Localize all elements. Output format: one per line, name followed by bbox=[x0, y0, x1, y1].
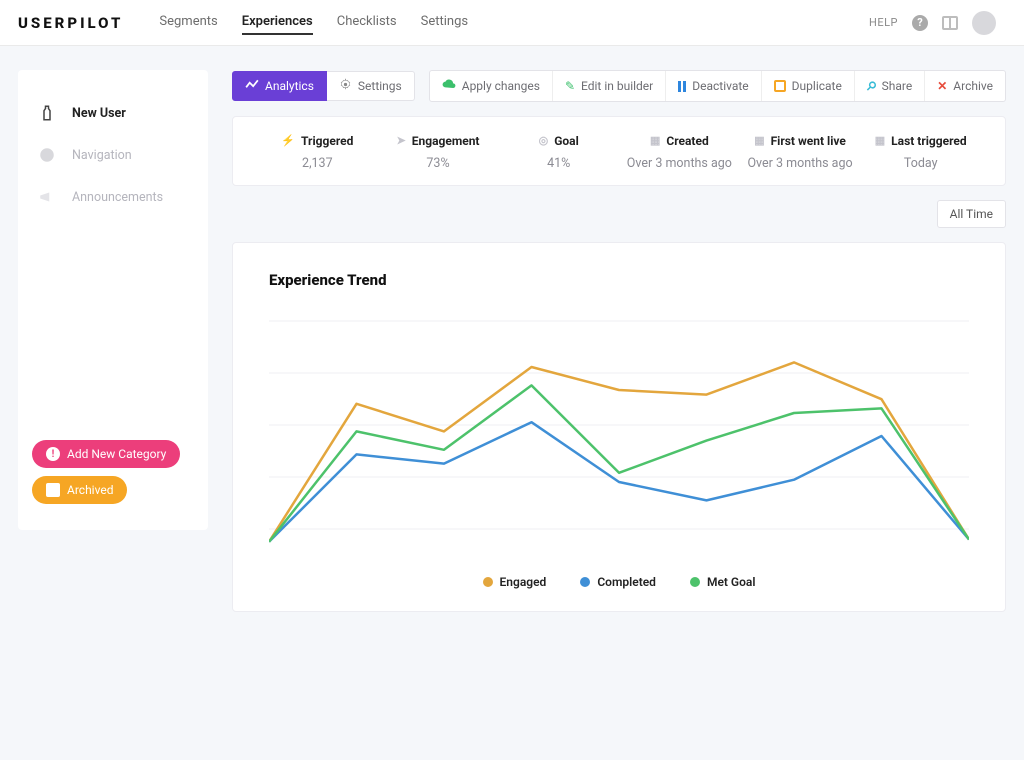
pause-icon bbox=[678, 81, 686, 92]
share-button[interactable]: ⚲ Share bbox=[854, 71, 924, 101]
nav-tab-settings[interactable]: Settings bbox=[421, 10, 468, 35]
metric-label: Last triggered bbox=[891, 134, 966, 148]
add-category-label: Add New Category bbox=[67, 447, 166, 461]
calendar-icon: ▦ bbox=[754, 134, 764, 147]
deactivate-button[interactable]: Deactivate bbox=[665, 71, 760, 101]
sidebar-item-label: Announcements bbox=[72, 190, 163, 205]
sidebar-item-new-user[interactable]: New User bbox=[28, 92, 198, 134]
edit-builder-button[interactable]: ✎ Edit in builder bbox=[552, 71, 665, 101]
legend-completed: Completed bbox=[580, 575, 656, 589]
metric-value: 41% bbox=[498, 156, 619, 171]
duplicate-button[interactable]: Duplicate bbox=[761, 71, 854, 101]
metric-goal: ◎ Goal 41% bbox=[498, 133, 619, 171]
link-icon: ⚲ bbox=[863, 78, 879, 94]
close-icon bbox=[937, 79, 947, 93]
chart-legend: Engaged Completed Met Goal bbox=[269, 575, 969, 589]
exclamation-icon bbox=[46, 447, 60, 461]
legend-metgoal: Met Goal bbox=[690, 575, 756, 589]
metric-label: Created bbox=[666, 134, 708, 148]
nav-tabs: Segments Experiences Checklists Settings bbox=[159, 10, 468, 35]
apply-label: Apply changes bbox=[462, 79, 540, 93]
help-icon[interactable]: ? bbox=[912, 15, 928, 31]
metric-first-live: ▦ First went live Over 3 months ago bbox=[740, 133, 861, 171]
edit-label: Edit in builder bbox=[581, 79, 653, 93]
legend-label: Met Goal bbox=[707, 575, 756, 589]
help-label[interactable]: HELP bbox=[869, 16, 898, 29]
calendar-icon: ▦ bbox=[650, 134, 660, 147]
legend-label: Completed bbox=[597, 575, 656, 589]
calendar-icon: ▦ bbox=[875, 134, 885, 147]
dot-icon bbox=[483, 577, 493, 587]
deactivate-label: Deactivate bbox=[692, 79, 748, 93]
metric-value: Over 3 months ago bbox=[619, 156, 740, 171]
archive-label: Archive bbox=[953, 79, 993, 93]
brand-logo: USERPILOT bbox=[18, 14, 123, 32]
settings-tab[interactable]: Settings bbox=[327, 71, 415, 101]
nav-tab-segments[interactable]: Segments bbox=[159, 10, 217, 35]
share-label: Share bbox=[882, 79, 913, 93]
duplicate-label: Duplicate bbox=[792, 79, 842, 93]
sidebar-item-navigation[interactable]: Navigation bbox=[28, 134, 198, 176]
avatar[interactable] bbox=[972, 11, 996, 35]
chart-card: Experience Trend Engaged bbox=[232, 242, 1006, 612]
nav-tab-checklists[interactable]: Checklists bbox=[337, 10, 397, 35]
dot-icon bbox=[690, 577, 700, 587]
metric-value: Over 3 months ago bbox=[740, 156, 861, 171]
nav-tab-experiences[interactable]: Experiences bbox=[242, 10, 313, 35]
metric-value: 73% bbox=[378, 156, 499, 171]
metric-label: Engagement bbox=[412, 134, 480, 148]
apply-changes-button[interactable]: Apply changes bbox=[430, 71, 552, 101]
gear-icon bbox=[339, 78, 352, 94]
bolt-icon: ⚡ bbox=[281, 134, 295, 147]
analytics-tab[interactable]: Analytics bbox=[232, 71, 327, 101]
action-row: Analytics Settings Apply changes bbox=[232, 70, 1006, 102]
metric-created: ▦ Created Over 3 months ago bbox=[619, 133, 740, 171]
metric-value: 2,137 bbox=[257, 156, 378, 171]
main-column: Analytics Settings Apply changes bbox=[232, 70, 1006, 612]
analytics-icon bbox=[245, 79, 259, 94]
legend-label: Engaged bbox=[500, 575, 547, 589]
archived-button[interactable]: Archived bbox=[32, 476, 127, 504]
megaphone-icon bbox=[36, 186, 58, 208]
metric-triggered: ⚡ Triggered 2,137 bbox=[257, 133, 378, 171]
docs-icon[interactable] bbox=[942, 16, 958, 30]
metric-label: First went live bbox=[771, 134, 846, 148]
chart-area bbox=[269, 311, 969, 561]
compass-icon bbox=[36, 144, 58, 166]
metrics-card: ⚡ Triggered 2,137 ➤ Engagement 73% ◎ Goal 4… bbox=[232, 116, 1006, 186]
archive-button[interactable]: Archive bbox=[924, 71, 1005, 101]
metric-label: Goal bbox=[554, 134, 579, 148]
sidebar-item-label: Navigation bbox=[72, 148, 132, 163]
metric-label: Triggered bbox=[301, 134, 353, 148]
action-buttons: Apply changes ✎ Edit in builder Deactiva… bbox=[429, 70, 1006, 102]
filter-row: All Time bbox=[232, 200, 1006, 228]
dot-icon bbox=[580, 577, 590, 587]
sidebar: New User Navigation Announcements Add Ne… bbox=[18, 70, 208, 530]
metric-last-triggered: ▦ Last triggered Today bbox=[860, 133, 981, 171]
bottle-icon bbox=[36, 102, 58, 124]
time-range-dropdown[interactable]: All Time bbox=[937, 200, 1006, 228]
add-category-button[interactable]: Add New Category bbox=[32, 440, 180, 468]
pencil-icon: ✎ bbox=[565, 79, 575, 93]
duplicate-icon bbox=[774, 80, 786, 92]
chart-title: Experience Trend bbox=[269, 271, 969, 289]
archived-label: Archived bbox=[67, 483, 113, 497]
cursor-icon: ➤ bbox=[397, 134, 406, 147]
metric-engagement: ➤ Engagement 73% bbox=[378, 133, 499, 171]
analytics-label: Analytics bbox=[265, 79, 314, 93]
target-icon: ◎ bbox=[539, 134, 549, 147]
cloud-icon bbox=[442, 79, 456, 93]
archive-box-icon bbox=[46, 483, 60, 497]
sidebar-item-announcements[interactable]: Announcements bbox=[28, 176, 198, 218]
topbar: USERPILOT Segments Experiences Checklist… bbox=[0, 0, 1024, 46]
settings-label: Settings bbox=[358, 79, 402, 93]
legend-engaged: Engaged bbox=[483, 575, 547, 589]
sidebar-item-label: New User bbox=[72, 106, 126, 121]
metric-value: Today bbox=[860, 156, 981, 171]
